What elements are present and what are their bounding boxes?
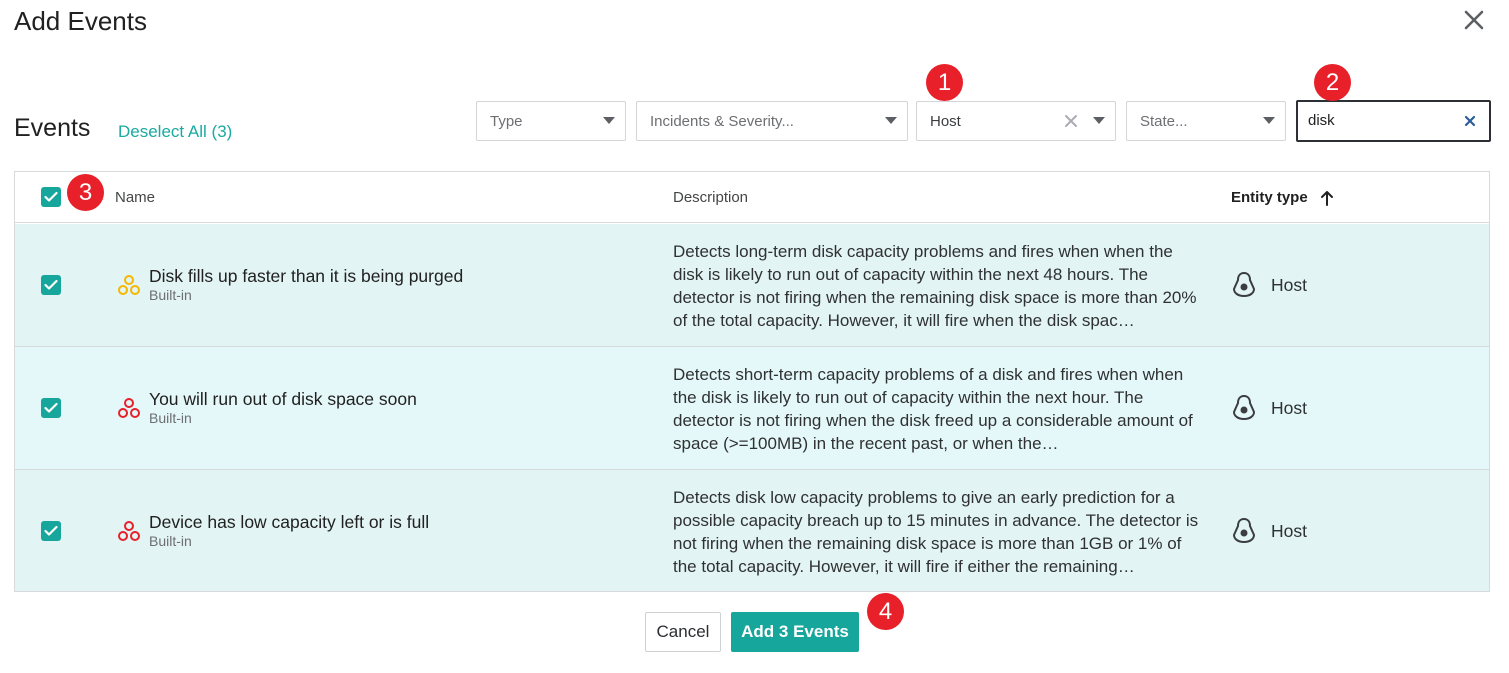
close-icon: [1464, 10, 1484, 30]
row-checkbox[interactable]: [41, 398, 61, 418]
row-checkbox[interactable]: [41, 521, 61, 541]
event-icon: [118, 521, 140, 541]
host-icon: [1232, 271, 1256, 298]
annotation-badge-4: 4: [867, 593, 904, 630]
close-button[interactable]: [1462, 8, 1486, 32]
host-icon: [1232, 394, 1256, 421]
entity-type-label: Host: [1271, 398, 1307, 418]
table-row[interactable]: Disk fills up faster than it is being pu…: [15, 224, 1489, 347]
cancel-button[interactable]: Cancel: [645, 612, 721, 652]
annotation-badge-2: 2: [1314, 64, 1351, 101]
type-filter-placeholder: Type: [490, 112, 523, 130]
event-name: Disk fills up faster than it is being pu…: [149, 266, 464, 286]
event-source: Built-in: [149, 533, 192, 549]
annotation-badge-1: 1: [926, 64, 963, 101]
arrow-up-icon[interactable]: [1319, 189, 1335, 207]
annotation-badge-3: 3: [67, 174, 104, 211]
row-checkbox[interactable]: [41, 275, 61, 295]
entity-filter-value: Host: [930, 112, 961, 130]
select-all-checkbox[interactable]: [41, 187, 61, 207]
clear-selection-icon[interactable]: [1063, 113, 1079, 129]
dialog-title: Add Events: [14, 6, 147, 36]
chevron-down-icon: [885, 117, 897, 124]
type-filter-dropdown[interactable]: Type: [476, 101, 626, 141]
entity-type-label: Host: [1271, 521, 1307, 541]
event-source: Built-in: [149, 410, 192, 426]
incidents-filter-placeholder: Incidents & Severity...: [650, 112, 794, 130]
event-description: Detects disk low capacity problems to gi…: [673, 488, 1199, 576]
chevron-down-icon: [1263, 117, 1275, 124]
column-header-name[interactable]: Name: [115, 189, 155, 206]
table-row[interactable]: You will run out of disk space soon Buil…: [15, 347, 1489, 470]
chevron-down-icon: [1093, 117, 1105, 124]
add-events-button[interactable]: Add 3 Events: [731, 612, 859, 652]
column-header-description[interactable]: Description: [673, 189, 748, 206]
event-name: You will run out of disk space soon: [149, 389, 417, 409]
table-row[interactable]: Device has low capacity left or is full …: [15, 470, 1489, 591]
checkmark-icon: [44, 191, 58, 202]
state-filter-dropdown[interactable]: State...: [1126, 101, 1286, 141]
search-box[interactable]: [1296, 100, 1491, 142]
event-source: Built-in: [149, 287, 192, 303]
event-icon: [118, 398, 140, 418]
checkmark-icon: [44, 525, 58, 536]
table-header: Name Description Entity type: [15, 172, 1489, 223]
clear-search-icon[interactable]: [1463, 114, 1477, 128]
event-name: Device has low capacity left or is full: [149, 512, 430, 532]
event-icon: [118, 275, 140, 295]
deselect-all-link[interactable]: Deselect All (3): [118, 122, 232, 142]
search-input[interactable]: [1308, 102, 1458, 138]
column-header-entity-type[interactable]: Entity type: [1231, 189, 1308, 206]
entity-type-label: Host: [1271, 275, 1307, 295]
chevron-down-icon: [603, 117, 615, 124]
host-icon: [1232, 517, 1256, 544]
event-description: Detects short-term capacity problems of …: [673, 365, 1193, 453]
incidents-severity-dropdown[interactable]: Incidents & Severity...: [636, 101, 908, 141]
state-filter-placeholder: State...: [1140, 112, 1188, 130]
events-section-title: Events: [14, 114, 91, 142]
events-table: Name Description Entity type Disk fills …: [14, 171, 1490, 592]
entity-filter-dropdown[interactable]: Host: [916, 101, 1116, 141]
checkmark-icon: [44, 279, 58, 290]
event-description: Detects long-term disk capacity problems…: [673, 242, 1197, 330]
checkmark-icon: [44, 402, 58, 413]
